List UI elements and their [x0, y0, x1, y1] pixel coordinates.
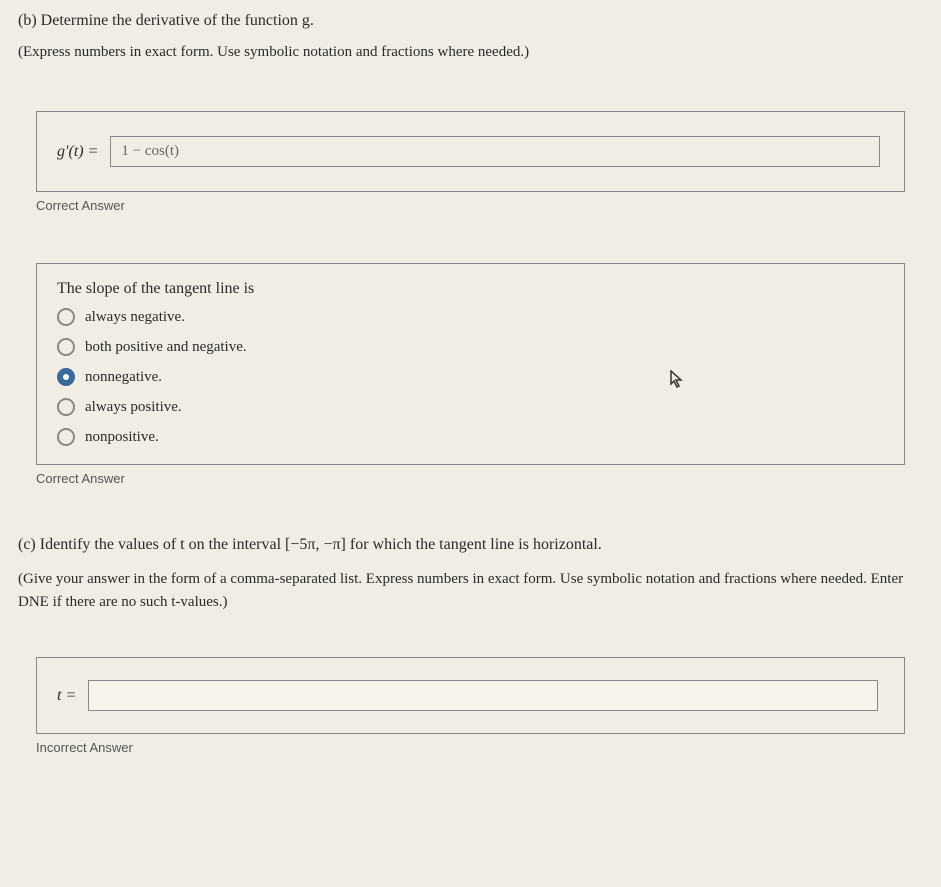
radio-circle-selected-icon — [57, 368, 75, 386]
part-b-feedback: Correct Answer — [36, 198, 923, 213]
t-values-input[interactable] — [88, 680, 878, 711]
radio-option-1[interactable]: both positive and negative. — [57, 338, 884, 356]
radio-label: both positive and negative. — [85, 339, 247, 356]
slope-prompt: The slope of the tangent line is — [57, 280, 884, 298]
t-equals-label: t = — [57, 687, 76, 705]
part-b-instruction: (Express numbers in exact form. Use symb… — [18, 44, 923, 61]
part-b-answer-box: g′(t) = — [36, 111, 905, 192]
radio-option-0[interactable]: always negative. — [57, 308, 884, 326]
g-prime-label: g′(t) = — [57, 143, 98, 161]
radio-circle-icon — [57, 308, 75, 326]
part-b-prompt: (b) Determine the derivative of the func… — [18, 12, 923, 30]
part-c-feedback: Incorrect Answer — [36, 740, 923, 755]
part-c-prompt: (c) Identify the values of t on the inte… — [18, 536, 923, 554]
radio-label: nonpositive. — [85, 429, 159, 446]
part-c-answer-box: t = — [36, 657, 905, 734]
radio-circle-icon — [57, 428, 75, 446]
slope-feedback: Correct Answer — [36, 471, 923, 486]
radio-circle-icon — [57, 398, 75, 416]
radio-option-2[interactable]: nonnegative. — [57, 368, 884, 386]
radio-label: always negative. — [85, 309, 185, 326]
radio-option-4[interactable]: nonpositive. — [57, 428, 884, 446]
slope-radio-box: The slope of the tangent line is always … — [36, 263, 905, 465]
radio-label: always positive. — [85, 399, 182, 416]
radio-option-3[interactable]: always positive. — [57, 398, 884, 416]
g-prime-input[interactable] — [110, 136, 880, 167]
radio-label: nonnegative. — [85, 369, 162, 386]
part-c-instruction: (Give your answer in the form of a comma… — [18, 568, 923, 613]
radio-circle-icon — [57, 338, 75, 356]
